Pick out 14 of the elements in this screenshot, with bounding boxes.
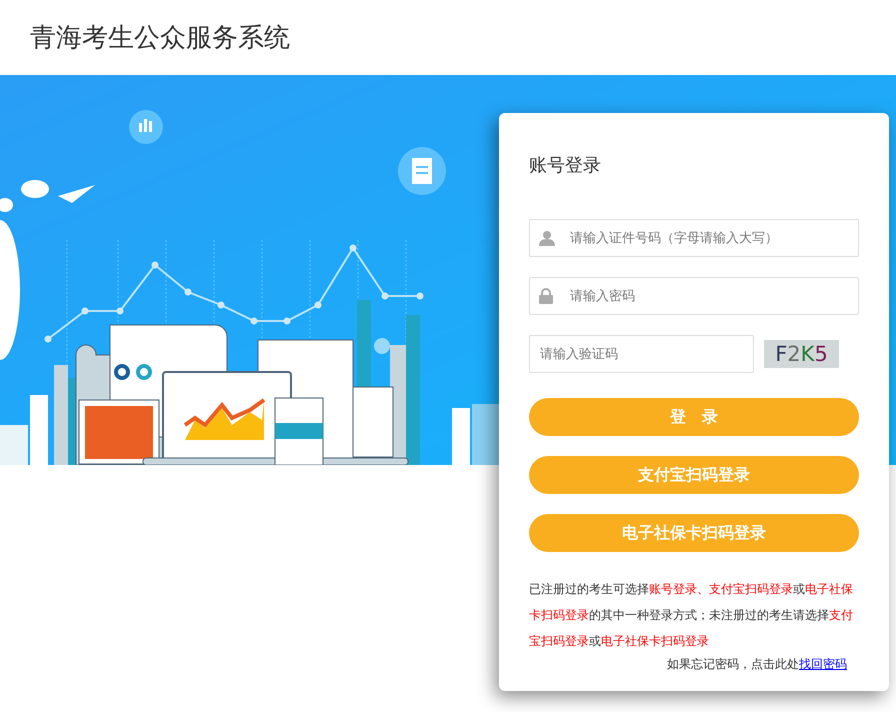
captcha-image[interactable]: F2K5 xyxy=(764,340,839,368)
forgot-password-text: 如果忘记密码，点击此处找回密码 xyxy=(666,656,848,673)
user-icon xyxy=(539,230,555,246)
alipay-login-button[interactable]: 支付宝扫码登录 xyxy=(529,456,859,494)
login-button[interactable]: 登 录 xyxy=(529,398,859,436)
password-field[interactable]: 请输入密码 xyxy=(529,277,859,315)
captcha-field[interactable]: 请输入验证码 xyxy=(529,335,754,373)
login-title: 账号登录 xyxy=(529,154,602,177)
site-title: 青海考生公众服务系统 xyxy=(30,22,290,55)
login-notice: 已注册过的考生可选择账号登录、支付宝扫码登录或电子社保卡扫码登录的其中一种登录方式；未注册过的考生请选择支付宝扫码登录或电子社保卡扫码登录 xyxy=(529,581,854,650)
id-number-field[interactable]: 请输入证件号码（字母请输入大写） xyxy=(529,219,859,257)
social-card-login-button[interactable]: 电子社保卡扫码登录 xyxy=(529,514,859,552)
lock-icon xyxy=(539,288,553,304)
recover-password-link[interactable]: 找回密码 xyxy=(799,657,847,671)
